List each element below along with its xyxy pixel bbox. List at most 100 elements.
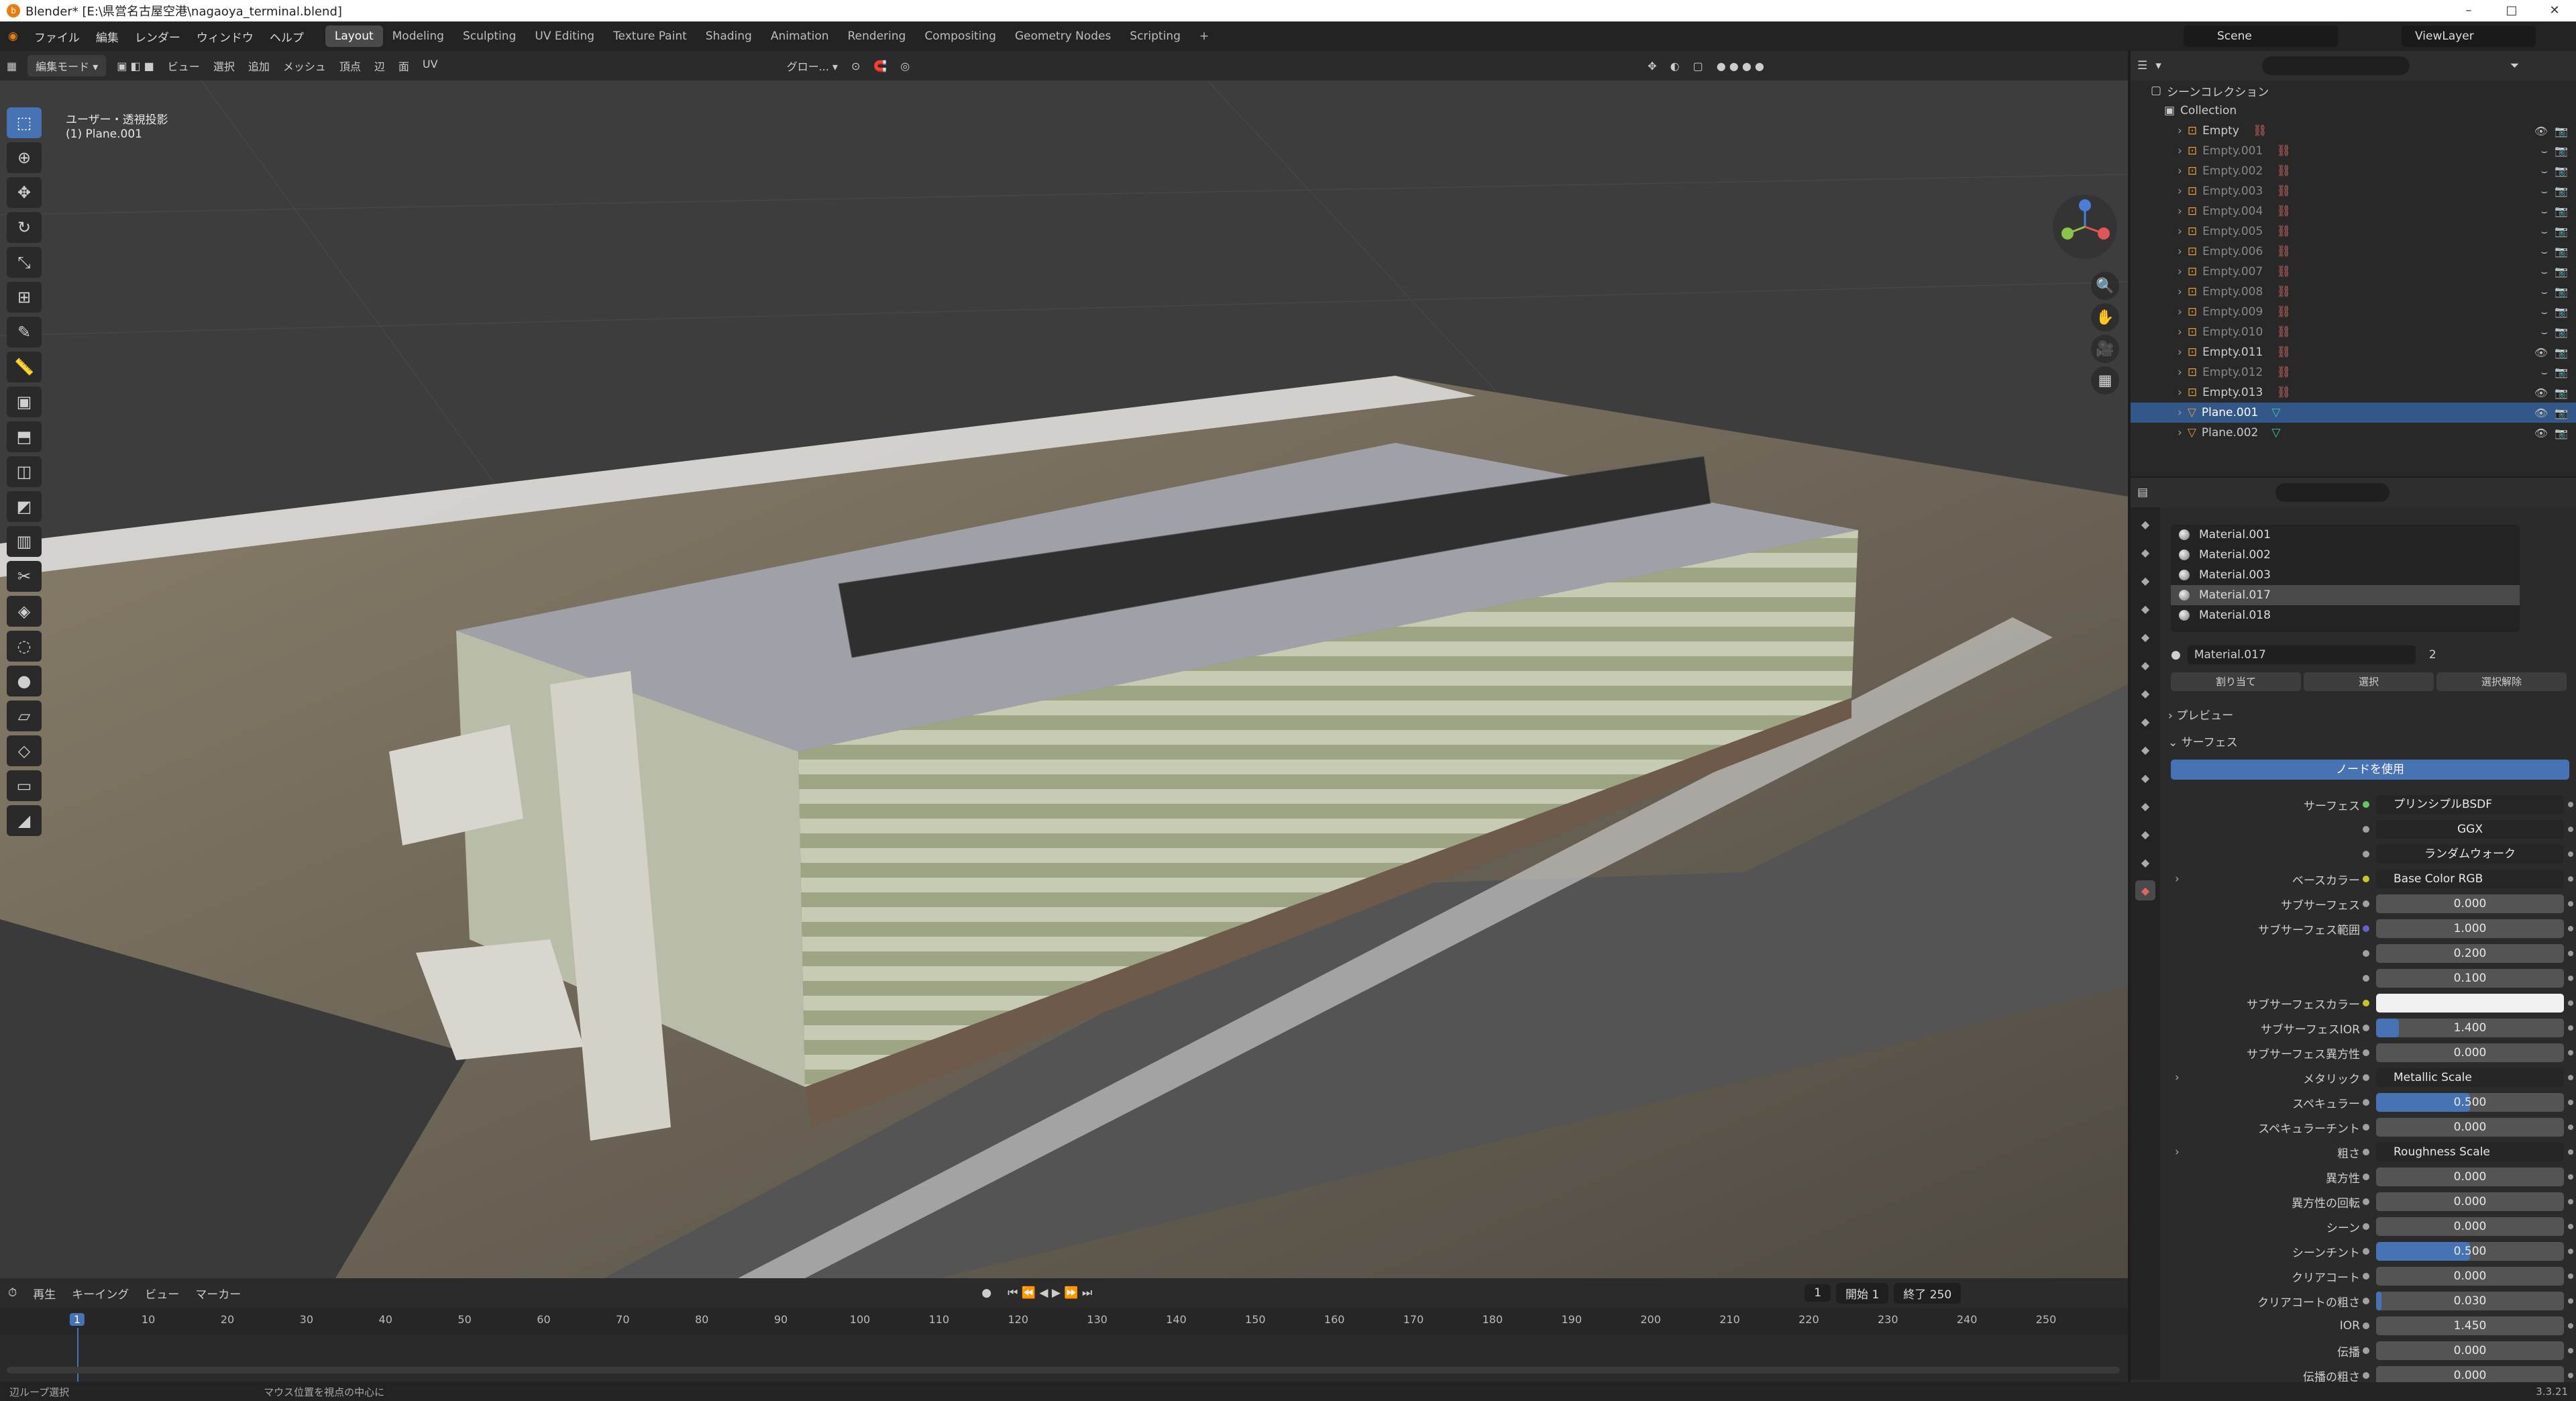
workspace-tab[interactable]: UV Editing [525, 25, 604, 47]
socket-dot-icon[interactable] [2363, 1124, 2369, 1131]
outliner-item-name[interactable]: Empty [2202, 124, 2239, 138]
outliner-editor-icon[interactable]: ☰ [2137, 59, 2147, 72]
outliner-item-name[interactable]: Empty.012 [2202, 366, 2263, 379]
particles-tab-icon[interactable]: ◆ [2135, 768, 2155, 788]
keyframe-dot-icon[interactable] [2568, 1274, 2573, 1279]
snap-icon[interactable]: 🧲 [867, 57, 894, 75]
keyframe-dot-icon[interactable] [2568, 1373, 2573, 1378]
camera-render-icon[interactable]: 📷 [2555, 205, 2568, 218]
ortho-toggle-icon[interactable]: ▦ [2091, 366, 2119, 395]
outliner-item-name[interactable]: Empty.005 [2202, 225, 2263, 238]
viewport-menu-item[interactable]: 面 [392, 55, 416, 76]
modifier-tab-icon[interactable]: ◆ [2135, 739, 2155, 760]
socket-dot-icon[interactable] [2363, 801, 2369, 808]
proportional-edit-icon[interactable]: ◎ [894, 57, 916, 75]
material-tab-icon[interactable]: ◆ [2135, 880, 2155, 900]
expand-arrow-icon[interactable]: › [2178, 144, 2182, 158]
rip-icon[interactable]: ◢ [7, 805, 42, 836]
camera-render-icon[interactable]: 📷 [2555, 427, 2568, 439]
eye-closed-icon[interactable]: ⌣ [2541, 164, 2548, 178]
viewport-menu-item[interactable]: 頂点 [333, 55, 368, 76]
transform-orientation-dropdown[interactable]: グロー... ▾ [780, 55, 845, 76]
keyframe-dot-icon[interactable] [2568, 1149, 2573, 1155]
timeline-menu-item[interactable]: ビュー [137, 1285, 187, 1302]
keyframe-dot-icon[interactable] [2568, 1125, 2573, 1130]
workspace-tab[interactable]: Layout [325, 25, 383, 47]
property-slider[interactable]: 0.000 [2376, 894, 2564, 913]
keyframe-dot-icon[interactable] [2568, 901, 2573, 906]
eye-closed-icon[interactable]: ⌣ [2541, 144, 2548, 158]
socket-dot-icon[interactable] [2363, 1372, 2369, 1379]
material-action-button[interactable]: 選択解除 [2436, 672, 2567, 691]
camera-render-icon[interactable]: 📷 [2555, 346, 2568, 359]
camera-render-icon[interactable]: 📷 [2555, 185, 2568, 198]
zoom-icon[interactable]: 🔍 [2091, 272, 2119, 300]
eye-closed-icon[interactable]: ⌣ [2541, 325, 2548, 339]
keyframe-dot-icon[interactable] [2568, 1000, 2573, 1006]
mode-dropdown[interactable]: 編集モード ▾ [28, 55, 107, 76]
physics-tab-icon[interactable]: ◆ [2135, 796, 2155, 816]
outliner-row[interactable]: › ⊡ Empty.002 ⛓ ⌣ 📷 [2131, 161, 2576, 181]
material-slot[interactable]: Material.002 [2171, 545, 2520, 565]
menu-item[interactable]: ファイル [26, 28, 88, 45]
property-slider[interactable]: 0.100 [2376, 969, 2564, 988]
annotate-icon[interactable]: ✎ [7, 317, 42, 348]
property-slider[interactable]: 0.500 [2376, 1093, 2564, 1112]
keyframe-dot-icon[interactable] [2568, 1050, 2573, 1055]
socket-dot-icon[interactable] [2363, 851, 2369, 858]
keyframe-dot-icon[interactable] [2568, 1025, 2573, 1031]
outliner-row[interactable]: › ⊡ Empty.009 ⛓ ⌣ 📷 [2131, 302, 2576, 322]
material-slot[interactable]: Material.003 [2171, 565, 2520, 585]
expand-arrow-icon[interactable]: › [2178, 426, 2182, 439]
loop-cut-icon[interactable]: ▥ [7, 526, 42, 557]
timeline-menu-item[interactable]: キーイング [64, 1285, 137, 1302]
eye-open-icon[interactable]: 👁 [2534, 346, 2548, 359]
gizmo-toggle-icon[interactable]: ✥ [1641, 57, 1663, 75]
transform-icon[interactable]: ⊞ [7, 282, 42, 313]
close-button[interactable]: ✕ [2533, 0, 2576, 21]
current-frame-field[interactable]: 1 [1805, 1284, 1831, 1302]
expand-arrow-icon[interactable]: › [2175, 872, 2180, 886]
scene-collection-row[interactable]: ▢ シーンコレクション [2131, 81, 2576, 101]
camera-render-icon[interactable]: 📷 [2555, 225, 2568, 238]
keyframe-dot-icon[interactable] [2568, 827, 2573, 832]
select-box-icon[interactable]: ⬚ [7, 107, 42, 138]
eye-closed-icon[interactable]: ⌣ [2541, 185, 2548, 198]
outliner-row[interactable]: › ⊡ Empty.005 ⛓ ⌣ 📷 [2131, 221, 2576, 242]
viewport-menu-item[interactable]: 追加 [241, 55, 276, 76]
view-layer-tab-icon[interactable]: ◆ [2135, 599, 2155, 619]
add-workspace-button[interactable]: + [1190, 25, 1218, 47]
maximize-button[interactable]: □ [2490, 0, 2533, 21]
eye-closed-icon[interactable]: ⌣ [2541, 366, 2548, 379]
menu-item[interactable]: 編集 [88, 28, 127, 45]
eye-closed-icon[interactable]: ⌣ [2541, 245, 2548, 258]
outliner-row[interactable]: › ⊡ Empty.010 ⛓ ⌣ 📷 [2131, 322, 2576, 342]
outliner-item-name[interactable]: Plane.002 [2202, 426, 2258, 439]
keyframe-dot-icon[interactable] [2568, 1323, 2573, 1329]
outliner-item-name[interactable]: Empty.007 [2202, 265, 2263, 278]
keyframe-dot-icon[interactable] [2568, 1075, 2573, 1080]
keyframe-dot-icon[interactable] [2568, 1224, 2573, 1229]
expand-arrow-icon[interactable]: › [2175, 1145, 2180, 1159]
outliner-item-name[interactable]: Empty.003 [2202, 185, 2263, 198]
viewport-menu-item[interactable]: 選択 [207, 55, 241, 76]
view-layer-selector[interactable]: ViewLayer [2402, 25, 2536, 47]
menu-item[interactable]: ウィンドウ [189, 28, 262, 45]
linked-input[interactable]: Metallic Scale [2376, 1068, 2564, 1087]
keyframe-dot-icon[interactable] [2568, 976, 2573, 981]
eye-open-icon[interactable]: 👁 [2534, 386, 2548, 399]
move-icon[interactable]: ✥ [7, 177, 42, 208]
property-slider[interactable]: 0.000 [2376, 1118, 2564, 1137]
property-slider[interactable]: 0.500 [2376, 1242, 2564, 1261]
edge-slide-icon[interactable]: ▱ [7, 701, 42, 731]
viewport-menu-item[interactable]: ビュー [161, 55, 207, 76]
workspace-tab[interactable]: Rendering [839, 25, 916, 47]
socket-dot-icon[interactable] [2363, 1198, 2369, 1205]
camera-render-icon[interactable]: 📷 [2555, 164, 2568, 178]
start-frame-field[interactable]: 開始 1 [1836, 1282, 1889, 1304]
navigation-gizmo[interactable] [2053, 195, 2117, 259]
camera-render-icon[interactable]: 📷 [2555, 125, 2568, 138]
outliner-row[interactable]: › ⊡ Empty.008 ⛓ ⌣ 📷 [2131, 282, 2576, 302]
keyframe-dot-icon[interactable] [2568, 876, 2573, 882]
outliner-row[interactable]: › ⊡ Empty.003 ⛓ ⌣ 📷 [2131, 181, 2576, 201]
